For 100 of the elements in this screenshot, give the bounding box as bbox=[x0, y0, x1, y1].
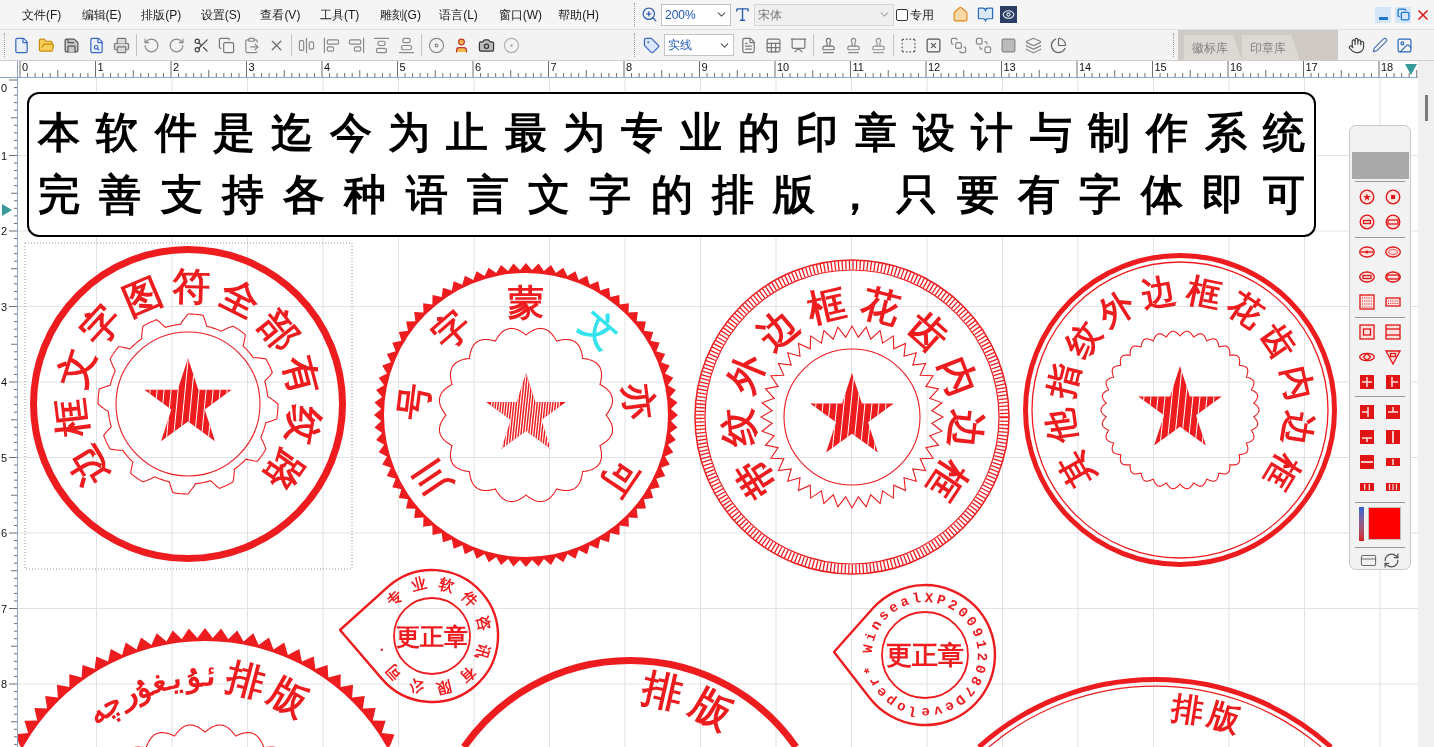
color-gradient-icon[interactable] bbox=[1359, 507, 1364, 541]
ruler-label: 7 bbox=[1, 602, 8, 615]
oval-stamp-icon[interactable] bbox=[1359, 244, 1375, 261]
minimize-icon[interactable] bbox=[1375, 6, 1391, 23]
ruler-marker-icon[interactable] bbox=[1405, 64, 1417, 75]
undo-icon[interactable] bbox=[143, 36, 160, 54]
menu-item[interactable]: 雕刻(G) bbox=[372, 3, 433, 26]
oval-stamp-icon[interactable] bbox=[1385, 269, 1401, 286]
menu-item[interactable]: 查看(V) bbox=[253, 3, 313, 26]
camera-icon[interactable] bbox=[478, 36, 495, 54]
round-stamp-icon[interactable] bbox=[1359, 214, 1375, 231]
split-layout-icon[interactable] bbox=[1385, 403, 1401, 420]
line-style-select[interactable]: 实线 bbox=[664, 34, 734, 56]
ruler-label: 2 bbox=[1, 225, 8, 237]
ruler-label: 12 bbox=[928, 61, 941, 73]
square-icon[interactable] bbox=[1000, 36, 1017, 54]
square-stamp-icon[interactable] bbox=[1359, 324, 1375, 340]
document-icon[interactable] bbox=[740, 36, 757, 54]
scrollbar-thumb[interactable] bbox=[1424, 95, 1428, 121]
ruler-label: 2 bbox=[173, 61, 180, 73]
send-to-back-icon[interactable] bbox=[975, 36, 992, 54]
pie-chart-icon[interactable] bbox=[1050, 36, 1067, 54]
save-icon[interactable] bbox=[63, 36, 80, 54]
ruler-label: 14 bbox=[1079, 61, 1092, 73]
person-icon[interactable] bbox=[453, 36, 470, 54]
split-layout-icon[interactable] bbox=[1385, 373, 1401, 390]
stamp-icon[interactable] bbox=[820, 36, 837, 54]
font-icon[interactable] bbox=[734, 6, 751, 23]
dashed-square-icon[interactable] bbox=[900, 36, 917, 54]
menu-item[interactable]: 工具(T) bbox=[312, 3, 373, 26]
ruler-label: 1 bbox=[1, 149, 8, 162]
zoom-icon[interactable] bbox=[640, 6, 658, 23]
redo-icon[interactable] bbox=[168, 36, 185, 54]
split-layout-icon[interactable] bbox=[1359, 373, 1375, 390]
menu-item[interactable]: 帮助(H) bbox=[551, 3, 611, 26]
round-stamp-icon[interactable] bbox=[1385, 189, 1401, 206]
menu-item[interactable]: 设置(S) bbox=[193, 3, 254, 26]
zoom-select[interactable]: 200% bbox=[661, 3, 731, 26]
banner-text-line: 完善支持各种语言文字的排版，只要有字体即可 bbox=[38, 170, 1305, 220]
stamp-icon[interactable] bbox=[870, 36, 887, 54]
image-icon[interactable] bbox=[1395, 36, 1413, 54]
round-stamp-icon[interactable] bbox=[1385, 214, 1401, 231]
align-center-icon[interactable] bbox=[298, 36, 315, 54]
split-layout-icon[interactable] bbox=[1359, 428, 1375, 445]
hand-icon[interactable] bbox=[1347, 36, 1365, 54]
grid-stamp-icon[interactable] bbox=[1359, 294, 1375, 311]
stamp-text: 带纹外边框花齿内边框 bbox=[717, 282, 987, 507]
ruler-label: 3 bbox=[1, 300, 8, 313]
stamp-icon[interactable] bbox=[845, 36, 862, 54]
disc-icon[interactable] bbox=[428, 36, 445, 54]
split-layout-icon[interactable] bbox=[1385, 428, 1401, 445]
bring-to-front-icon[interactable] bbox=[950, 36, 967, 54]
menu-item[interactable]: 语言(L) bbox=[432, 3, 492, 26]
split-layout-icon[interactable] bbox=[1359, 453, 1375, 470]
ruler-label: 4 bbox=[324, 61, 331, 73]
layers-icon[interactable] bbox=[1025, 36, 1042, 54]
restore-icon[interactable] bbox=[1395, 6, 1411, 23]
preview-icon[interactable] bbox=[88, 36, 105, 54]
checkbox-label[interactable]: 专用 bbox=[910, 5, 934, 24]
eye-icon[interactable] bbox=[1000, 6, 1017, 23]
round-stamp-icon[interactable] bbox=[1359, 189, 1375, 206]
spreadsheet-icon[interactable] bbox=[765, 36, 782, 54]
ruler-label: 0 bbox=[22, 61, 29, 73]
banner-text-line: 本软件是迄今为止最为专业的印章设计与制作系统 bbox=[38, 108, 1305, 158]
stamp-text: 文 bbox=[573, 302, 628, 357]
pen-icon[interactable] bbox=[1372, 37, 1388, 53]
scissors-icon[interactable] bbox=[193, 36, 210, 54]
menu-item[interactable]: 编辑(E) bbox=[74, 3, 135, 26]
book-icon[interactable] bbox=[977, 6, 994, 23]
ruler-label: 6 bbox=[1, 527, 8, 539]
slides-icon[interactable] bbox=[790, 36, 807, 54]
square-stamp-icon[interactable] bbox=[1385, 324, 1401, 340]
split-layout-icon[interactable] bbox=[1359, 403, 1375, 420]
menu-item[interactable]: 窗口(W) bbox=[491, 3, 552, 26]
home-icon[interactable] bbox=[952, 6, 969, 23]
triangle-stamp-icon[interactable] bbox=[1385, 348, 1401, 365]
folder-icon[interactable] bbox=[38, 36, 55, 54]
paste-icon[interactable] bbox=[243, 36, 260, 54]
oval-stamp-icon[interactable] bbox=[1359, 269, 1375, 286]
align-left-icon[interactable] bbox=[323, 36, 340, 54]
photo-placeholder bbox=[1351, 152, 1409, 179]
ruler-marker-icon[interactable] bbox=[2, 204, 12, 216]
square-x-icon[interactable] bbox=[925, 36, 942, 54]
oval-stamp-icon[interactable] bbox=[1385, 244, 1401, 261]
menu-item[interactable]: 文件(F) bbox=[15, 3, 75, 26]
printer-icon[interactable] bbox=[113, 36, 130, 54]
new-file-icon[interactable] bbox=[13, 36, 30, 54]
align-bottom-icon[interactable] bbox=[398, 36, 415, 54]
menu-item[interactable]: 排版(P) bbox=[134, 3, 194, 26]
ruler-label: 6 bbox=[475, 61, 482, 73]
refresh-icon[interactable] bbox=[1383, 552, 1400, 569]
card-icon[interactable] bbox=[1360, 552, 1377, 569]
tag-icon[interactable] bbox=[643, 36, 660, 54]
color-swatch[interactable] bbox=[1368, 507, 1401, 541]
align-right-icon[interactable] bbox=[348, 36, 365, 54]
stamp-text: 川 bbox=[405, 451, 460, 505]
align-top-icon[interactable] bbox=[373, 36, 390, 54]
checkbox[interactable] bbox=[896, 8, 908, 21]
stamp-text: 排版 bbox=[637, 667, 750, 747]
copy-icon[interactable] bbox=[218, 36, 235, 54]
